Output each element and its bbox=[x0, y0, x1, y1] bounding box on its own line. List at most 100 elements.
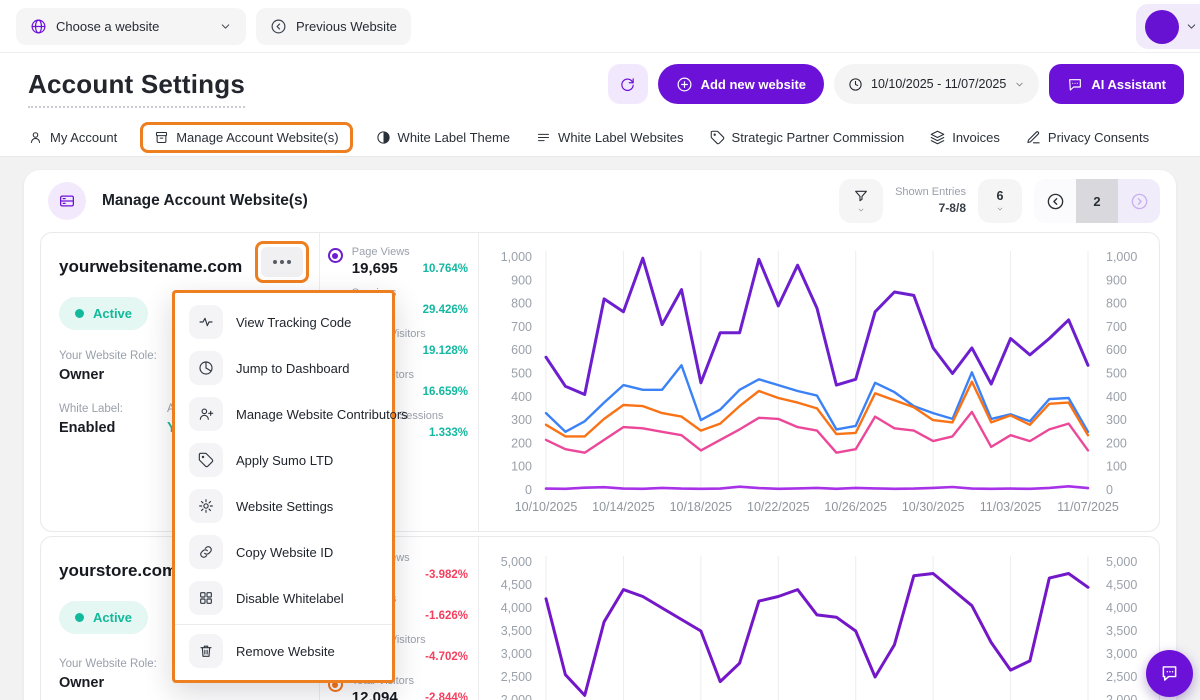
row-actions-button[interactable] bbox=[261, 247, 303, 277]
tab-privacy-consents[interactable]: Privacy Consents bbox=[1026, 130, 1149, 145]
tab-white-label-theme[interactable]: White Label Theme bbox=[376, 130, 511, 145]
current-page: 2 bbox=[1076, 179, 1118, 223]
trash-icon bbox=[189, 634, 223, 668]
svg-text:800: 800 bbox=[1106, 297, 1127, 311]
menu-item-remove-website[interactable]: Remove Website bbox=[175, 628, 392, 674]
row-menu-annotation bbox=[255, 241, 309, 283]
archive-icon bbox=[154, 130, 169, 145]
top-bar: Choose a website Previous Website bbox=[0, 0, 1200, 53]
tab-my-account[interactable]: My Account bbox=[28, 130, 117, 145]
date-range-picker[interactable]: 10/10/2025 - 11/07/2025 bbox=[834, 64, 1039, 104]
tab-highlight-annotation: Manage Account Website(s) bbox=[140, 122, 352, 153]
account-menu[interactable] bbox=[1136, 4, 1200, 49]
svg-text:0: 0 bbox=[525, 483, 532, 497]
white-label: White Label: Enabled bbox=[59, 403, 123, 436]
refresh-icon bbox=[619, 76, 636, 93]
svg-text:600: 600 bbox=[1106, 343, 1127, 357]
funnel-icon bbox=[853, 188, 869, 204]
svg-text:900: 900 bbox=[511, 273, 532, 287]
menu-item-disable-whitelabel[interactable]: Disable Whitelabel bbox=[175, 575, 392, 621]
chevron-down-icon bbox=[219, 20, 232, 33]
page-title: Account Settings bbox=[28, 69, 245, 108]
date-range-label: 10/10/2025 - 11/07/2025 bbox=[871, 77, 1006, 91]
user-icon bbox=[28, 130, 43, 145]
menu-item-jump-to-dashboard[interactable]: Jump to Dashboard bbox=[175, 345, 392, 391]
svg-text:1,000: 1,000 bbox=[1106, 250, 1137, 264]
metric-ring-icon bbox=[328, 248, 343, 263]
previous-page-button[interactable] bbox=[1034, 179, 1076, 223]
choose-website-dropdown[interactable]: Choose a website bbox=[16, 8, 246, 45]
svg-text:0: 0 bbox=[1106, 483, 1113, 497]
menu-item-website-settings[interactable]: Website Settings bbox=[175, 483, 392, 529]
chat-bubble-icon bbox=[1159, 663, 1180, 684]
svg-text:400: 400 bbox=[1106, 390, 1127, 404]
stat-page-views: Page Views 19,695 10.764% bbox=[320, 243, 478, 284]
svg-text:3,000: 3,000 bbox=[501, 647, 532, 661]
svg-text:4,500: 4,500 bbox=[1106, 578, 1137, 592]
filter-button[interactable] bbox=[839, 179, 883, 223]
svg-text:700: 700 bbox=[1106, 320, 1127, 334]
shown-entries: Shown Entries 7-8/8 bbox=[895, 185, 966, 216]
layers-icon bbox=[930, 130, 945, 145]
svg-text:1,000: 1,000 bbox=[501, 250, 532, 264]
add-new-website-button[interactable]: Add new website bbox=[658, 64, 824, 104]
previous-website-button[interactable]: Previous Website bbox=[256, 8, 411, 45]
traffic-chart: 10/10/202510/14/202510/18/202510/22/2025… bbox=[479, 233, 1159, 531]
svg-text:100: 100 bbox=[1106, 460, 1127, 474]
tab-invoices[interactable]: Invoices bbox=[930, 130, 1000, 145]
svg-text:10/10/2025: 10/10/2025 bbox=[515, 500, 578, 514]
chevron-down-icon bbox=[1185, 20, 1198, 33]
svg-text:11/03/2025: 11/03/2025 bbox=[980, 500, 1042, 514]
svg-text:800: 800 bbox=[511, 297, 532, 311]
live-chat-button[interactable] bbox=[1146, 650, 1193, 697]
pie-chart-icon bbox=[189, 351, 223, 385]
clock-icon bbox=[848, 77, 863, 92]
menu-item-copy-website-id[interactable]: Copy Website ID bbox=[175, 529, 392, 575]
status-badge: Active bbox=[59, 297, 148, 330]
svg-text:11/07/2025: 11/07/2025 bbox=[1057, 500, 1119, 514]
menu-divider bbox=[175, 624, 392, 625]
globe-icon bbox=[30, 18, 47, 35]
tab-white-label-websites[interactable]: White Label Websites bbox=[536, 130, 684, 145]
ai-assistant-button[interactable]: AI Assistant bbox=[1049, 64, 1184, 104]
arrow-right-circle-icon bbox=[1130, 192, 1149, 211]
menu-item-apply-sumo-ltd[interactable]: Apply Sumo LTD bbox=[175, 437, 392, 483]
svg-text:200: 200 bbox=[511, 436, 532, 450]
avatar bbox=[1145, 10, 1179, 44]
tab-manage-account-websites[interactable]: Manage Account Website(s) bbox=[154, 130, 338, 145]
gear-icon bbox=[189, 489, 223, 523]
svg-text:10/30/2025: 10/30/2025 bbox=[902, 500, 965, 514]
menu-item-view-tracking-code[interactable]: View Tracking Code bbox=[175, 299, 392, 345]
traffic-chart: 10/10/202510/14/202510/18/202510/22/2025… bbox=[479, 537, 1159, 700]
svg-text:300: 300 bbox=[1106, 413, 1127, 427]
row-actions-menu: View Tracking Code Jump to Dashboard Man… bbox=[172, 290, 395, 683]
tabs-band: My Account Manage Account Website(s) Whi… bbox=[0, 118, 1200, 157]
plus-circle-icon bbox=[676, 76, 693, 93]
tag-icon bbox=[189, 443, 223, 477]
menu-item-manage-website-contributors[interactable]: Manage Website Contributors bbox=[175, 391, 392, 437]
next-page-button[interactable] bbox=[1118, 179, 1160, 223]
database-icon bbox=[48, 182, 86, 220]
svg-text:10/14/2025: 10/14/2025 bbox=[592, 500, 655, 514]
svg-text:300: 300 bbox=[511, 413, 532, 427]
svg-text:100: 100 bbox=[511, 460, 532, 474]
svg-text:400: 400 bbox=[511, 390, 532, 404]
status-dot bbox=[75, 309, 84, 318]
svg-text:10/18/2025: 10/18/2025 bbox=[670, 500, 733, 514]
svg-text:2,500: 2,500 bbox=[501, 670, 532, 684]
refresh-button[interactable] bbox=[608, 64, 648, 104]
svg-text:10/26/2025: 10/26/2025 bbox=[824, 500, 887, 514]
svg-text:500: 500 bbox=[1106, 367, 1127, 381]
chevron-down-icon bbox=[856, 206, 866, 214]
status-badge: Active bbox=[59, 601, 148, 634]
svg-text:4,000: 4,000 bbox=[1106, 601, 1137, 615]
list-icon bbox=[536, 130, 551, 145]
tab-strategic-partner-commission[interactable]: Strategic Partner Commission bbox=[710, 130, 905, 145]
previous-website-label: Previous Website bbox=[296, 19, 397, 34]
page-size-dropdown[interactable]: 6 bbox=[978, 179, 1022, 223]
choose-website-label: Choose a website bbox=[56, 19, 159, 34]
header-band: Account Settings Add new website 10/10/2… bbox=[0, 53, 1200, 118]
svg-text:3,000: 3,000 bbox=[1106, 647, 1137, 661]
link-icon bbox=[189, 535, 223, 569]
arrow-left-circle-icon bbox=[1046, 192, 1065, 211]
